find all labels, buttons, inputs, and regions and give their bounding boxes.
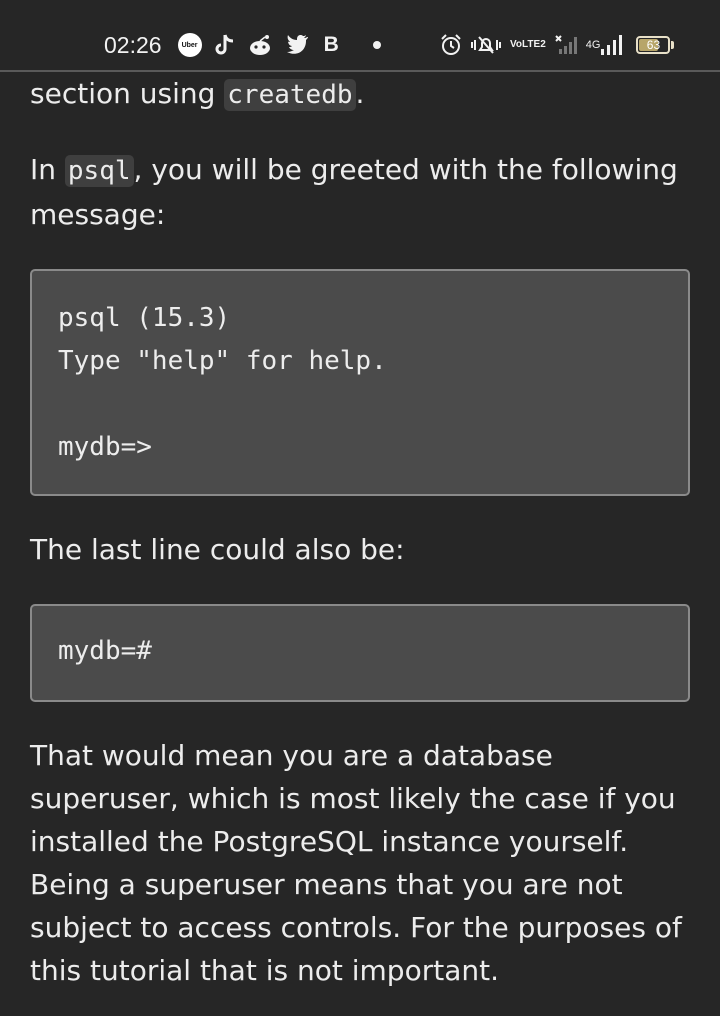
dot-icon xyxy=(372,41,381,49)
paragraph-psql-greeting: In psql, you will be greeted with the fo… xyxy=(30,148,690,236)
paragraph-end: . xyxy=(355,77,365,110)
code-block-superuser-prompt: mydb=# xyxy=(30,604,690,702)
volte-bottom-label: LTE2 xyxy=(522,39,546,50)
b-icon: B xyxy=(323,33,339,56)
network-label: 4G xyxy=(585,38,601,51)
clock: 02:26 xyxy=(104,31,162,58)
status-right: Vo LTE2 4G 63 xyxy=(440,30,675,60)
paragraph-start: In xyxy=(30,153,65,186)
paragraph-superuser: That would mean you are a database super… xyxy=(30,739,682,987)
reddit-icon xyxy=(248,34,272,56)
status-bar: 02:26 Uber B Vo LTE2 4G 63 xyxy=(0,0,720,72)
signal-4g-icon: 4G xyxy=(586,34,623,56)
uber-icon: Uber xyxy=(177,33,202,57)
alarm-icon xyxy=(440,34,462,56)
tiktok-icon xyxy=(214,33,236,57)
no-signal-icon xyxy=(554,34,578,56)
volte-top-label: Vo xyxy=(510,39,523,50)
status-left: 02:26 Uber B xyxy=(104,28,393,62)
mute-icon xyxy=(470,34,502,56)
twitter-icon xyxy=(284,35,308,55)
paragraph-text: section using xyxy=(30,77,225,110)
volte-icon: Vo LTE2 xyxy=(510,40,546,50)
battery-icon: 63 xyxy=(636,36,671,54)
inline-code-psql: psql xyxy=(64,155,134,187)
inline-code-createdb: createdb xyxy=(224,79,356,111)
battery-level: 63 xyxy=(646,38,661,52)
paragraph-createdb: section using createdb. xyxy=(30,72,690,117)
battery-cap xyxy=(671,41,675,49)
paragraph-last-line: The last line could also be: xyxy=(30,533,405,566)
code-block-psql-banner: psql (15.3) Type "help" for help. mydb=> xyxy=(30,269,690,496)
